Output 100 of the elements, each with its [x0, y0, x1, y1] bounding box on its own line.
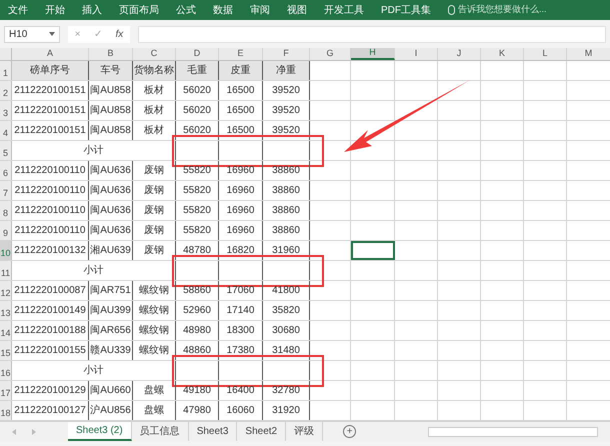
table-cell-text: 2112220100151: [14, 104, 86, 118]
row-header[interactable]: 5: [0, 141, 12, 160]
table-cell-text: 2112220100127: [14, 404, 86, 418]
table-cell-text: 56020: [183, 104, 211, 118]
row-header[interactable]: 13: [0, 301, 12, 320]
row-header[interactable]: 9: [0, 221, 12, 240]
horizontal-scrollbar[interactable]: [428, 426, 598, 436]
table-cell-text: 螺纹钢: [139, 324, 169, 338]
table-cell-text: 38860: [272, 204, 300, 218]
ribbon-tab[interactable]: 文件: [8, 2, 28, 18]
table-cell-text: 2112220100155: [14, 344, 86, 358]
table-cell-text: 38860: [272, 164, 300, 178]
table-cell-text: 2112220100110: [14, 204, 86, 218]
row-header[interactable]: 2: [0, 81, 12, 100]
row-header[interactable]: 10: [0, 241, 12, 260]
column-header[interactable]: M: [567, 48, 610, 60]
column-header[interactable]: D: [176, 48, 219, 60]
table-cell-text: 56020: [183, 124, 211, 138]
row-header[interactable]: 18: [0, 401, 12, 420]
ribbon-tab[interactable]: 视图: [287, 2, 307, 18]
scroll-left-icon[interactable]: [12, 428, 16, 434]
table-cell-text: 48980: [183, 324, 211, 338]
table-cell-text: 38860: [272, 184, 300, 198]
table-cell-text: 16500: [226, 104, 254, 118]
table-cell-text: 2112220100151: [14, 124, 86, 138]
sheet-tab[interactable]: Sheet3 (2): [68, 422, 132, 441]
table-cell-text: 2112220100110: [14, 224, 86, 238]
ribbon-tab[interactable]: 数据: [213, 2, 233, 18]
row-header[interactable]: 6: [0, 161, 12, 180]
row-header[interactable]: 17: [0, 381, 12, 400]
row-header[interactable]: 12: [0, 281, 12, 300]
column-header[interactable]: A: [12, 48, 89, 60]
table-cell-text: 56020: [183, 84, 211, 98]
table-cell-text: 螺纹钢: [139, 344, 169, 358]
table-cell-text: 30680: [272, 324, 300, 338]
table-cell-text: 58860: [183, 284, 211, 298]
scroll-right-icon[interactable]: [32, 428, 36, 434]
row-header[interactable]: 11: [0, 261, 12, 280]
table-cell-text: 18300: [226, 324, 254, 338]
table-cell-text: 闽AU858: [90, 124, 131, 138]
table-cell-text: 16960: [226, 164, 254, 178]
table-cell-text: 2112220100110: [14, 184, 86, 198]
column-header[interactable]: H: [351, 48, 395, 60]
table-cell-text: 16960: [226, 184, 254, 198]
add-sheet-button[interactable]: +: [343, 425, 356, 438]
table-cell-text: 盘螺: [144, 384, 164, 398]
formula-field[interactable]: [138, 26, 606, 42]
column-header[interactable]: B: [89, 48, 133, 60]
ribbon-tab[interactable]: 审阅: [250, 2, 270, 18]
insert-function-button[interactable]: fx: [115, 26, 124, 42]
table-cell-text: 55820: [183, 184, 211, 198]
table-cell-text: 16500: [226, 84, 254, 98]
row-header[interactable]: 3: [0, 101, 12, 120]
table-cell-text: 2112220100149: [14, 304, 86, 318]
column-header[interactable]: K: [481, 48, 524, 60]
column-header[interactable]: E: [219, 48, 263, 60]
column-header[interactable]: C: [133, 48, 176, 60]
table-cell-text: 16500: [226, 124, 254, 138]
row-header[interactable]: 14: [0, 321, 12, 340]
table-cell-text: 废钢: [144, 244, 164, 258]
column-header[interactable]: I: [395, 48, 438, 60]
table-cell-text: 螺纹钢: [139, 284, 169, 298]
table-cell-text: 52960: [183, 304, 211, 318]
row-header[interactable]: 16: [0, 361, 12, 380]
row-header[interactable]: 15: [0, 341, 12, 360]
table-cell-text: 48860: [183, 344, 211, 358]
table-cell-text: 板材: [144, 124, 164, 138]
ribbon-tab[interactable]: 公式: [176, 2, 196, 18]
column-header[interactable]: F: [263, 48, 310, 60]
ribbon-tab[interactable]: 页面布局: [119, 2, 159, 18]
name-box[interactable]: H10: [4, 26, 60, 42]
dropdown-icon: [49, 32, 55, 36]
column-header[interactable]: L: [524, 48, 567, 60]
table-cell-text: 32780: [272, 384, 300, 398]
selected-cell[interactable]: [351, 241, 395, 260]
table-cell-text: 39520: [272, 104, 300, 118]
search-field[interactable]: 告诉我您想要做什么...: [458, 3, 568, 17]
table-cell-text: 2112220100151: [14, 84, 86, 98]
ribbon-tab[interactable]: 开始: [45, 2, 65, 18]
table-cell-text: 17060: [226, 284, 254, 298]
ribbon-tab[interactable]: 插入: [82, 2, 102, 18]
ribbon-tab[interactable]: 开发工具: [324, 2, 364, 18]
table-cell-text: 闽AU858: [90, 84, 131, 98]
table-cell-text: 2112220100110: [14, 164, 86, 178]
row-header[interactable]: 7: [0, 181, 12, 200]
row-header[interactable]: 1: [0, 61, 12, 80]
column-heading: 毛重: [187, 64, 207, 78]
row-header[interactable]: 4: [0, 121, 12, 140]
table-cell-text: 16960: [226, 224, 254, 238]
column-heading: 车号: [100, 64, 120, 78]
table-cell-text: 31480: [272, 344, 300, 358]
ribbon-tab[interactable]: PDF工具集: [381, 2, 431, 18]
table-cell-text: 螺纹钢: [139, 304, 169, 318]
table-cell-text: 废钢: [144, 164, 164, 178]
table-cell-text: 35820: [272, 304, 300, 318]
table-cell-text: 2112220100129: [14, 384, 86, 398]
column-header[interactable]: J: [438, 48, 481, 60]
row-header[interactable]: 8: [0, 201, 12, 220]
table-cell-text: 16820: [226, 244, 254, 258]
column-heading: 磅单序号: [30, 64, 70, 78]
